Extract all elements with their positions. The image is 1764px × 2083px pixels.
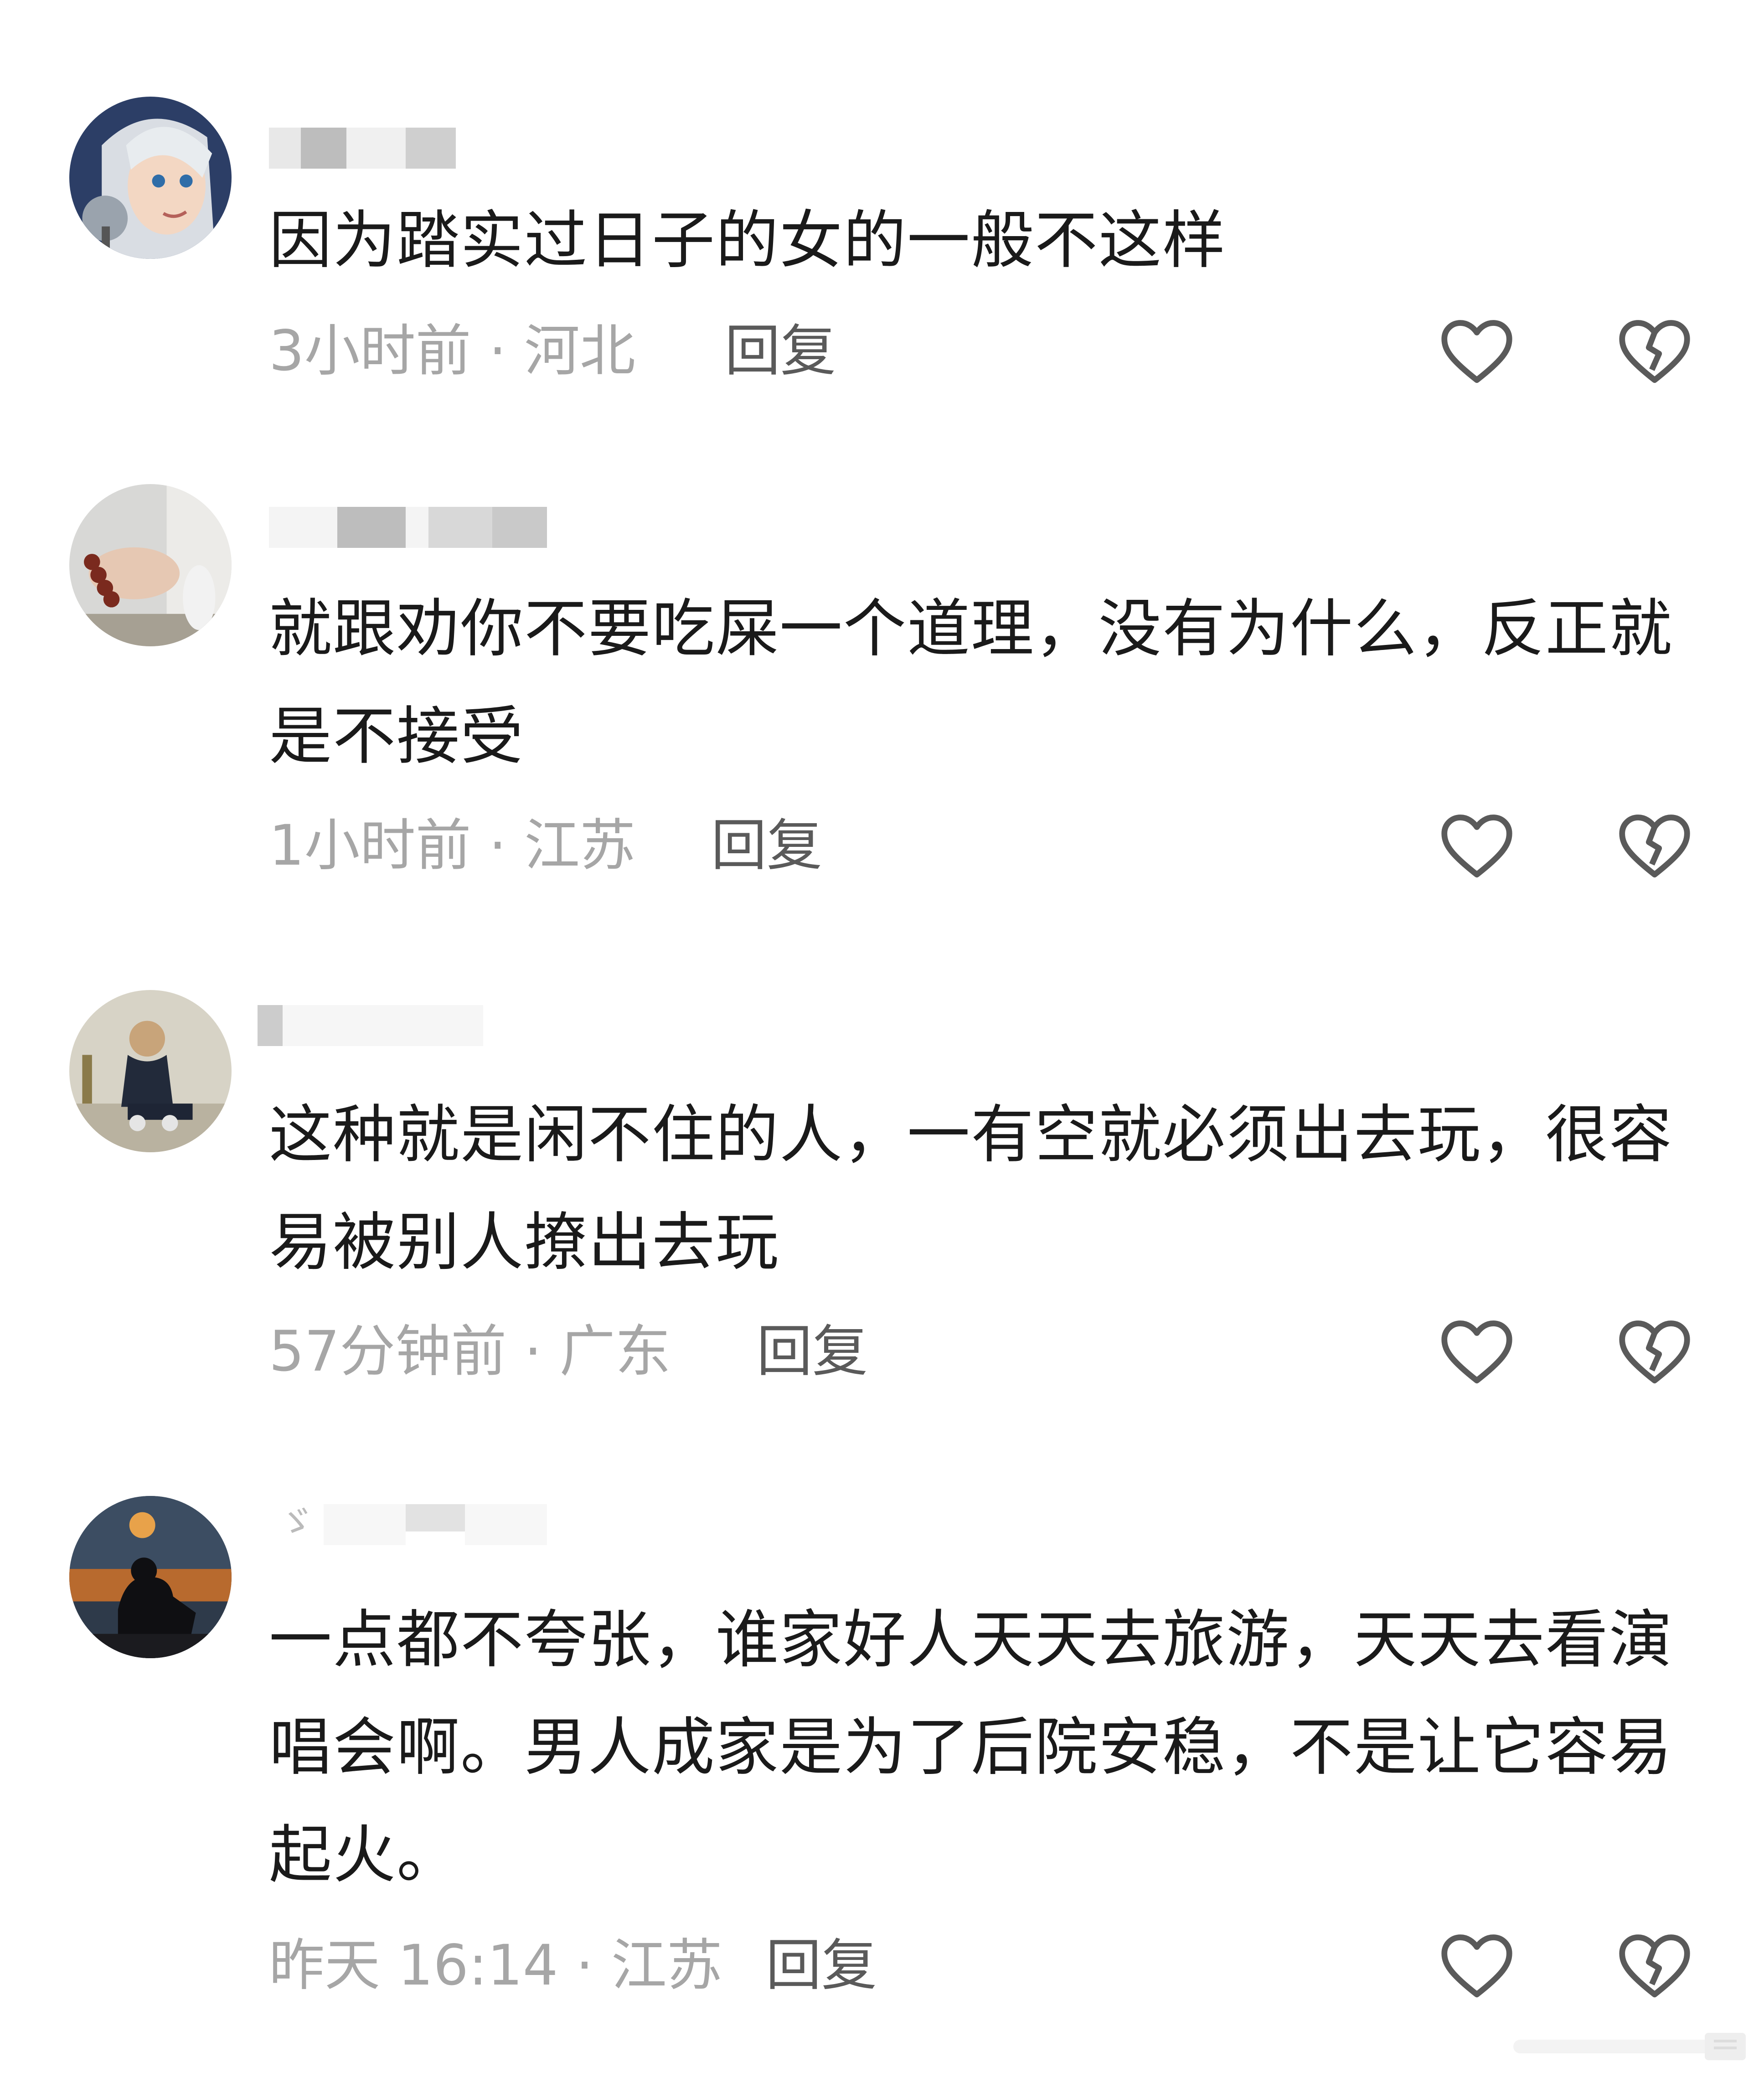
avatar[interactable] — [69, 97, 232, 259]
heart-outline-icon — [1441, 1934, 1512, 1998]
avatar-image — [69, 484, 232, 646]
heart-outline-icon — [1441, 1320, 1512, 1384]
broken-heart-icon — [1619, 320, 1690, 383]
reply-button[interactable]: 回复 — [725, 315, 836, 387]
comment-meta: 昨天 16:14 · 江苏 — [269, 1933, 722, 1998]
reply-button[interactable]: 回复 — [766, 1929, 877, 2002]
avatar-image — [69, 990, 232, 1152]
comment-meta: 57分钟前 · 广东 — [269, 1319, 671, 1384]
comment-text: 因为踏实过日子的女的一般不这样 — [269, 204, 1227, 277]
comment-text: 一点都不夸张，谁家好人天天去旅游，天天去看演唱会啊。男人成家是为了后院安稳，不是… — [269, 1603, 1673, 1892]
dislike-button[interactable] — [1614, 310, 1696, 392]
avatar-image — [69, 1496, 232, 1658]
avatar[interactable] — [69, 484, 232, 646]
dislike-button[interactable] — [1614, 804, 1696, 887]
like-button[interactable] — [1436, 1924, 1518, 2006]
comment-meta: 3小时前 · 河北 — [269, 319, 635, 383]
like-button[interactable] — [1436, 804, 1518, 887]
broken-heart-icon — [1619, 815, 1690, 878]
heart-outline-icon — [1441, 815, 1512, 878]
reply-button[interactable]: 回复 — [757, 1315, 868, 1388]
comment-text: 这种就是闲不住的人，一有空就必须出去玩，很容易被别人撩出去玩 — [269, 1098, 1673, 1279]
watermark — [1513, 2028, 1750, 2065]
avatar[interactable] — [69, 1496, 232, 1658]
reply-button[interactable]: 回复 — [711, 809, 822, 882]
like-button[interactable] — [1436, 310, 1518, 392]
comment-meta: 1小时前 · 江苏 — [269, 813, 635, 878]
heart-outline-icon — [1441, 320, 1512, 383]
comment-text: 就跟劝你不要吃屎一个道理，没有为什么，反正就是不接受 — [269, 592, 1673, 773]
watermark-image — [1513, 2033, 1746, 2060]
dislike-button[interactable] — [1614, 1924, 1696, 2006]
avatar[interactable] — [69, 990, 232, 1152]
like-button[interactable] — [1436, 1310, 1518, 1392]
avatar-image — [69, 97, 232, 259]
broken-heart-icon — [1619, 1320, 1690, 1384]
dislike-button[interactable] — [1614, 1310, 1696, 1392]
broken-heart-icon — [1619, 1934, 1690, 1998]
